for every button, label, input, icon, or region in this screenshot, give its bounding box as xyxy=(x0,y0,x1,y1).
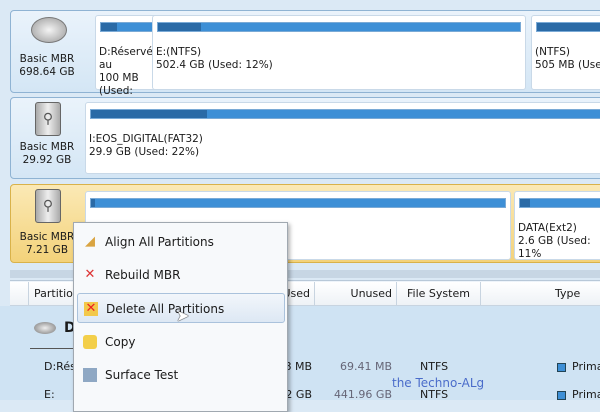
disk-group-icon xyxy=(34,322,56,334)
rebuild-icon: ✕ xyxy=(84,267,96,282)
menu-item-align-all-partitions[interactable]: ◢ Align All Partitions xyxy=(77,227,285,257)
column-type[interactable]: Type xyxy=(481,282,600,306)
partition-type-icon xyxy=(557,391,566,400)
partition[interactable]: E:(NTFS) 502.4 GB (Used: 12%) xyxy=(152,15,526,90)
disk-2[interactable]: ⚲ Basic MBR 29.92 GB I:EOS_DIGITAL(FAT32)… xyxy=(10,97,600,179)
menu-item-rebuild-mbr[interactable]: ✕ Rebuild MBR xyxy=(77,260,285,290)
delete-icon: ✕ xyxy=(84,301,98,316)
align-icon: ◢ xyxy=(85,234,95,249)
surface-test-icon xyxy=(83,368,97,382)
disk-1[interactable]: Basic MBR 698.64 GB D:Réservé au 100 MB (U… xyxy=(10,10,600,97)
column-unused[interactable]: Unused xyxy=(315,282,397,306)
disk-info: Basic MBR 698.64 GB xyxy=(19,53,75,78)
usb-icon: ⚲ xyxy=(35,189,61,223)
copy-icon xyxy=(83,335,97,349)
menu-item-surface-test[interactable]: Surface Test xyxy=(77,360,285,390)
disk-info: Basic MBR 29.92 GB xyxy=(19,141,75,166)
column-file-system[interactable]: File System xyxy=(397,282,481,306)
usb-icon: ⚲ xyxy=(35,102,61,136)
hdd-icon xyxy=(31,17,67,43)
watermark: the Techno-ALg xyxy=(392,376,485,390)
partition[interactable]: DATA(Ext2) 2.6 GB (Used: 11% xyxy=(514,191,600,260)
mouse-cursor-icon: ➤ xyxy=(176,306,190,325)
partition[interactable]: (NTFS)505 MB (Used: xyxy=(531,15,600,90)
partition[interactable]: D:Réservé au 100 MB (Used: xyxy=(95,15,159,97)
menu-item-copy[interactable]: Copy xyxy=(77,327,285,357)
partition-type-icon xyxy=(557,363,566,372)
partition[interactable]: I:EOS_DIGITAL(FAT32) 29.9 GB (Used: 22%) xyxy=(85,102,600,174)
